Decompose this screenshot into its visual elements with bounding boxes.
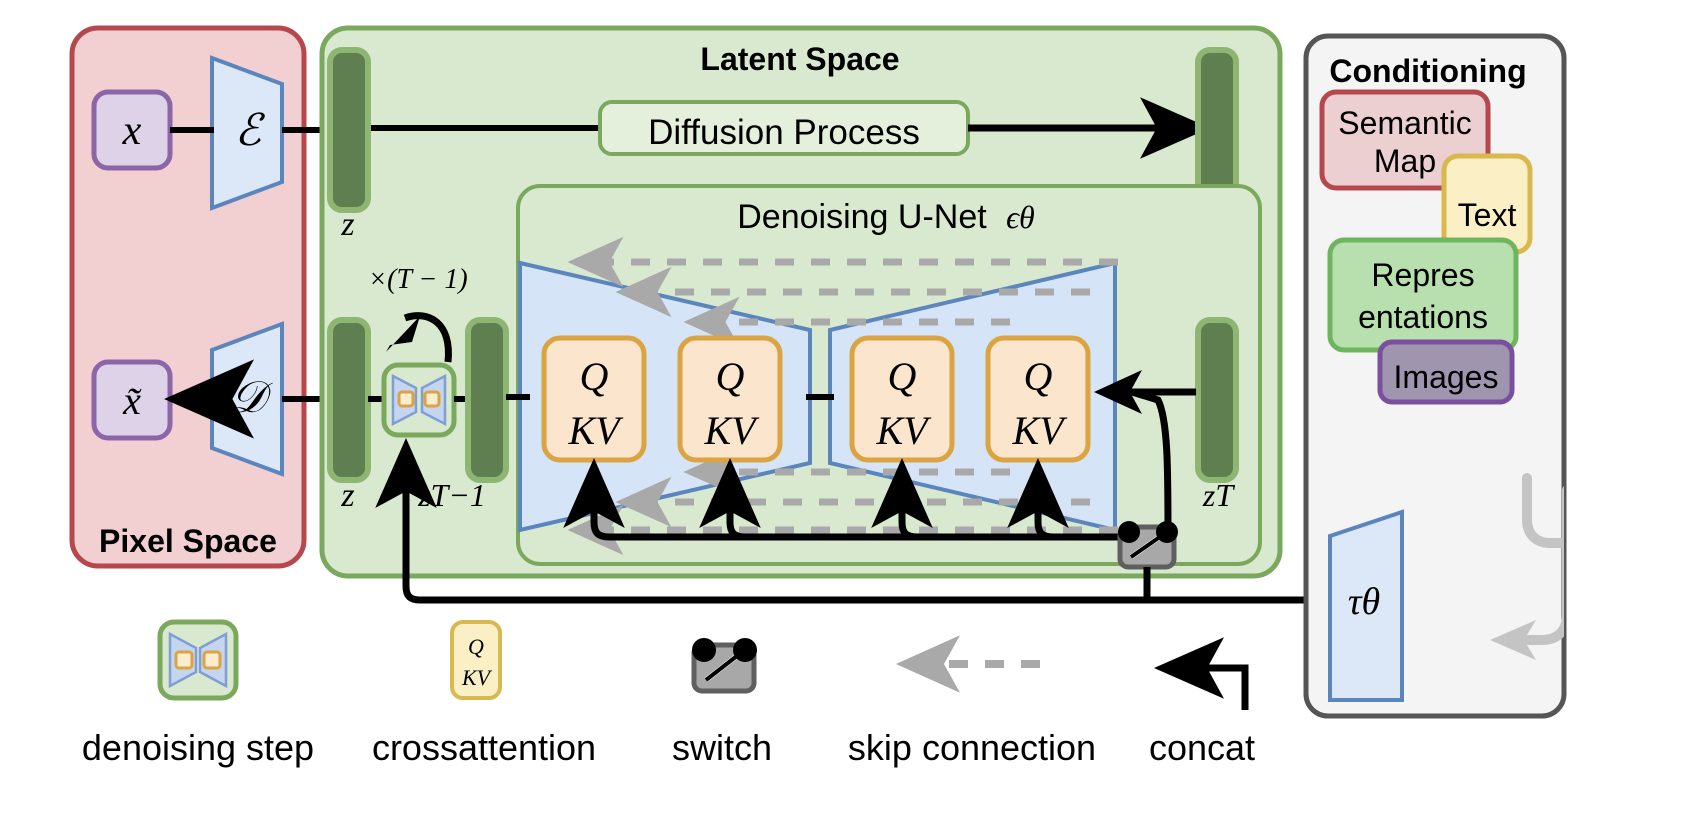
- legend-denoising-step-label: denoising step: [82, 727, 314, 768]
- input-image-node: x: [91, 89, 173, 171]
- unet-symbol: ϵθ: [1006, 199, 1035, 235]
- latent-bar-zT-bottom: zT: [1195, 317, 1239, 513]
- input-image-label: x: [122, 108, 142, 154]
- loop-count-label: ×(T − 1): [368, 264, 468, 295]
- unet-label: Denoising U-Net: [737, 198, 987, 236]
- decoder-node: 𝒟: [210, 321, 284, 477]
- conditioning-item-images[interactable]: Images: [1377, 339, 1515, 405]
- tau-theta-label: τθ: [1348, 581, 1380, 623]
- encoder-node: ℰ: [210, 55, 284, 211]
- legend-crossattention-q: Q: [468, 634, 484, 659]
- semantic-map-label-line2: Map: [1374, 143, 1436, 179]
- crossattention-block-4: Q KV: [985, 335, 1091, 463]
- latent-space-label: Latent Space: [700, 41, 899, 77]
- text-label: Text: [1458, 197, 1517, 233]
- crossattention-q-label: Q: [580, 354, 609, 399]
- latent-bar-z-bottom-label: z: [340, 477, 354, 514]
- diffusion-process-label: Diffusion Process: [648, 113, 920, 152]
- crossattention-block-2: Q KV: [677, 335, 783, 463]
- crossattention-block-1: Q KV: [541, 335, 647, 463]
- crossattention-q-label: Q: [1024, 354, 1053, 399]
- legend-skip-connection-label: skip connection: [848, 727, 1096, 768]
- svg-text:Denoising U-Net ϵθ: Denoising U-Net ϵθ: [737, 198, 1035, 236]
- crossattention-kv-label: KV: [567, 408, 624, 453]
- crossattention-block-3: Q KV: [849, 335, 955, 463]
- crossattention-q-label: Q: [716, 354, 745, 399]
- crossattention-kv-label: KV: [875, 408, 932, 453]
- diagram-canvas: Pixel Space x ℰ 𝒟 x̃ Latent Space Diffus…: [0, 0, 1700, 818]
- legend-crossattention-kv: KV: [461, 665, 493, 690]
- legend-skip-connection: skip connection: [848, 635, 1096, 768]
- crossattention-kv-label: KV: [703, 408, 760, 453]
- crossattention-q-label: Q: [888, 354, 917, 399]
- semantic-map-label-line1: Semantic: [1338, 105, 1471, 141]
- legend-concat-label: concat: [1149, 727, 1255, 768]
- switch-node[interactable]: [1117, 521, 1178, 570]
- legend-crossattention: Q KV crossattention: [372, 620, 596, 768]
- conditioning-label: Conditioning: [1329, 53, 1526, 89]
- images-label: Images: [1394, 359, 1499, 395]
- legend-switch: switch: [672, 638, 772, 768]
- encoder-label: ℰ: [235, 106, 266, 155]
- output-image-label: x̃: [122, 378, 142, 423]
- tau-theta-node: τθ: [1328, 509, 1404, 702]
- pixel-space-label: Pixel Space: [99, 523, 277, 559]
- crossattention-kv-label: KV: [1011, 408, 1068, 453]
- legend-denoising-step: denoising step: [82, 619, 314, 768]
- latent-bar-zT-bottom-label: zT: [1202, 477, 1235, 513]
- conditioning-item-representations[interactable]: Repres entations: [1327, 237, 1519, 353]
- legend-concat: concat: [1149, 637, 1255, 768]
- output-image-node: x̃: [91, 359, 173, 441]
- representations-label-line2: entations: [1358, 299, 1488, 335]
- latent-bar-zT-1-label: zT−1: [417, 477, 486, 513]
- representations-label-line1: Repres: [1371, 257, 1474, 293]
- legend-switch-label: switch: [672, 727, 772, 768]
- legend-crossattention-label: crossattention: [372, 727, 596, 768]
- latent-bar-z-top-label: z: [340, 206, 354, 243]
